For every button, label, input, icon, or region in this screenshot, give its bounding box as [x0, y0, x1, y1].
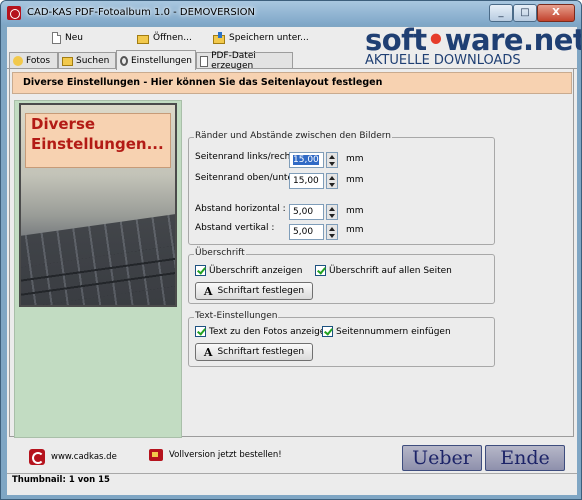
show-photo-text-checkbox[interactable]: Text zu den Fotos anzeigen	[195, 325, 331, 338]
heading-all-pages-label: Überschrift auf allen Seiten	[329, 265, 452, 276]
checkbox-checked-icon[interactable]	[195, 326, 206, 337]
text-font-button[interactable]: A Schriftart festlegen	[195, 343, 313, 361]
open-label: Öffnen...	[153, 33, 192, 43]
spin-arrows-icon[interactable]	[326, 224, 338, 240]
software-logo: soft•ware.net AKTUELLE DOWNLOADS	[365, 23, 581, 69]
preview-caption: Diverse Einstellungen...	[25, 113, 171, 168]
tab-suchen[interactable]: Suchen	[58, 52, 116, 69]
heading-group: Überschrift Überschrift anzeigen Übersch…	[188, 248, 495, 304]
text-font-button-label: Schriftart festlegen	[217, 347, 305, 357]
font-icon: A	[203, 284, 213, 298]
new-document-icon	[52, 32, 61, 44]
show-heading-label: Überschrift anzeigen	[209, 265, 303, 276]
app-icon	[7, 6, 21, 20]
margin-top-bottom-unit: mm	[346, 175, 364, 185]
checkbox-checked-icon[interactable]	[315, 265, 326, 276]
tab-fotos[interactable]: Fotos	[9, 52, 58, 69]
page-numbers-checkbox[interactable]: Seitennummern einfügen	[322, 325, 451, 338]
preview-image: Diverse Einstellungen...	[19, 103, 177, 307]
spacing-horizontal-input[interactable]: 5,00	[289, 204, 324, 220]
spacing-vertical-spinner[interactable]: 5,00	[289, 224, 338, 240]
settings-panel: Diverse Einstellungen - Hier können Sie …	[9, 69, 574, 438]
tab-einstellungen[interactable]: Einstellungen	[116, 50, 196, 70]
new-label: Neu	[65, 33, 83, 43]
heading-legend: Überschrift	[194, 248, 246, 258]
close-button[interactable]: X	[537, 4, 575, 22]
tab-pdf-erzeugen[interactable]: PDF-Datei erzeugen	[196, 51, 293, 71]
spin-arrows-icon[interactable]	[326, 173, 338, 189]
new-button[interactable]: Neu	[52, 31, 83, 45]
client-area: Neu Öffnen... Speichern unter... soft•wa…	[7, 23, 581, 495]
spacing-horizontal-unit: mm	[346, 206, 364, 216]
spacing-vertical-input[interactable]: 5,00	[289, 224, 324, 240]
heading-font-button[interactable]: A Schriftart festlegen	[195, 282, 313, 300]
spacing-horizontal-spinner[interactable]: 5,00	[289, 204, 338, 220]
margin-left-right-input[interactable]: 15,00	[289, 152, 324, 168]
save-as-label: Speichern unter...	[229, 33, 309, 43]
preview-panel: Diverse Einstellungen...	[14, 100, 182, 438]
pdf-document-icon	[200, 55, 209, 67]
preview-caption-line2: Einstellungen...	[31, 135, 164, 153]
open-button[interactable]: Öffnen...	[137, 31, 192, 45]
status-divider	[7, 473, 577, 474]
footer-bar: www.cadkas.de Vollversion jetzt bestelle…	[7, 439, 577, 495]
preview-caption-line1: Diverse	[31, 115, 96, 133]
save-folder-icon	[213, 31, 225, 44]
margins-group: Ränder und Abstände zwischen den Bildern…	[188, 131, 495, 245]
page-numbers-label: Seitennummern einfügen	[336, 326, 451, 337]
spacing-vertical-label: Abstand vertikal :	[195, 223, 275, 233]
order-full-version-text: Vollversion jetzt bestellen!	[169, 450, 282, 460]
save-as-button[interactable]: Speichern unter...	[213, 31, 309, 45]
website-link-text: www.cadkas.de	[51, 452, 117, 462]
folder-icon	[62, 56, 73, 66]
maximize-button[interactable]: □	[513, 4, 537, 22]
spin-arrows-icon[interactable]	[326, 152, 338, 168]
checkbox-checked-icon[interactable]	[322, 326, 333, 337]
title-bar: CAD-KAS PDF-Fotoalbum 1.0 - DEMOVERSION …	[1, 1, 581, 25]
margin-top-bottom-spinner[interactable]: 15,00	[289, 173, 338, 189]
shopping-icon	[149, 449, 163, 461]
show-photo-text-label: Text zu den Fotos anzeigen	[209, 326, 332, 337]
text-settings-legend: Text-Einstellungen	[194, 311, 279, 321]
spin-arrows-icon[interactable]	[326, 204, 338, 220]
minimize-button[interactable]: _	[489, 4, 513, 22]
logo-wordmark: soft•ware.net	[365, 23, 582, 57]
text-settings-group: Text-Einstellungen Text zu den Fotos anz…	[188, 311, 495, 367]
window-title: CAD-KAS PDF-Fotoalbum 1.0 - DEMOVERSION	[27, 7, 256, 18]
cadkas-logo-icon	[29, 449, 45, 465]
heading-font-button-label: Schriftart festlegen	[217, 286, 305, 296]
thumbnail-status: Thumbnail: 1 von 15	[12, 475, 110, 485]
exit-button[interactable]: Ende	[485, 445, 565, 471]
show-heading-checkbox[interactable]: Überschrift anzeigen	[195, 264, 302, 277]
heading-all-pages-checkbox[interactable]: Überschrift auf allen Seiten	[315, 264, 452, 277]
spacing-horizontal-label: Abstand horizontal :	[195, 204, 286, 214]
margin-left-right-unit: mm	[346, 154, 364, 164]
margins-legend: Ränder und Abstände zwischen den Bildern	[194, 131, 393, 141]
font-icon: A	[203, 345, 213, 359]
spacing-vertical-unit: mm	[346, 225, 364, 235]
person-icon	[13, 56, 23, 66]
about-button[interactable]: Ueber	[402, 445, 482, 471]
checkbox-checked-icon[interactable]	[195, 265, 206, 276]
section-header: Diverse Einstellungen - Hier können Sie …	[12, 72, 572, 94]
settings-icon	[120, 55, 128, 66]
margin-left-right-spinner[interactable]: 15,00	[289, 152, 338, 168]
order-full-version-link[interactable]: Vollversion jetzt bestellen!	[149, 449, 282, 461]
margin-top-bottom-input[interactable]: 15,00	[289, 173, 324, 189]
application-window: CAD-KAS PDF-Fotoalbum 1.0 - DEMOVERSION …	[0, 0, 582, 500]
logo-tagline: AKTUELLE DOWNLOADS	[365, 53, 521, 68]
folder-open-icon	[137, 34, 149, 44]
website-link[interactable]: www.cadkas.de	[29, 449, 117, 465]
